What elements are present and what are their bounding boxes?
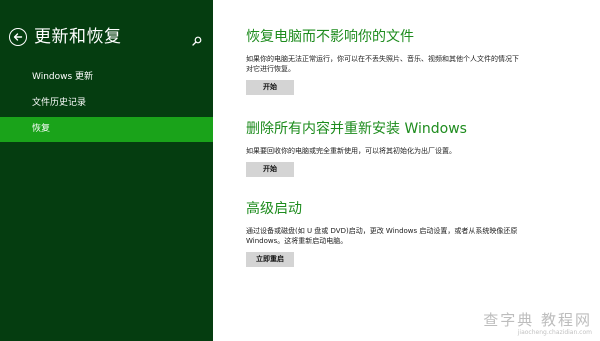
section-description: 通过设备或磁盘(如 U 盘或 DVD)启动，更改 Windows 启动设置，或者…: [246, 227, 518, 245]
section-description: 如果要回收你的电脑或完全重新使用，可以将其初始化为出厂设置。: [246, 147, 456, 155]
search-icon[interactable]: [192, 31, 202, 50]
sidebar: 更新和恢复 Windows 更新 文件历史记录 恢复: [0, 0, 213, 341]
watermark: 查字典 教程网 jiaocheng.chazidian.com: [483, 311, 592, 337]
refresh-start-button[interactable]: 开始: [246, 80, 294, 95]
settings-window: 更新和恢复 Windows 更新 文件历史记录 恢复 恢复电脑而不影响你的文件 …: [0, 0, 600, 341]
main-content: 恢复电脑而不影响你的文件 如果你的电脑无法正常运行，你可以在不丢失照片、音乐、视…: [213, 0, 600, 341]
sidebar-header: 更新和恢复: [9, 27, 122, 47]
back-arrow-icon[interactable]: [9, 28, 27, 46]
watermark-url: jiaocheng.chazidian.com: [517, 329, 592, 336]
section-refresh: 恢复电脑而不影响你的文件 如果你的电脑无法正常运行，你可以在不丢失照片、音乐、视…: [246, 26, 521, 95]
reset-start-button[interactable]: 开始: [246, 162, 294, 177]
sidebar-item-file-history[interactable]: 文件历史记录: [0, 91, 213, 116]
sidebar-item-recovery[interactable]: 恢复: [0, 117, 213, 142]
page-title: 更新和恢复: [34, 27, 122, 47]
section-reset: 删除所有内容并重新安装 Windows 如果要回收你的电脑或完全重新使用，可以将…: [246, 118, 521, 177]
section-title: 高级启动: [246, 201, 302, 217]
section-advanced-startup: 高级启动 通过设备或磁盘(如 U 盘或 DVD)启动，更改 Windows 启动…: [246, 198, 521, 267]
restart-now-button[interactable]: 立即重启: [246, 252, 294, 267]
watermark-text: 查字典 教程网: [483, 311, 592, 329]
section-title: 删除所有内容并重新安装 Windows: [246, 121, 467, 137]
section-description: 如果你的电脑无法正常运行，你可以在不丢失照片、音乐、视频和其他个人文件的情况下对…: [246, 55, 519, 73]
sidebar-item-windows-update[interactable]: Windows 更新: [0, 65, 213, 90]
section-title: 恢复电脑而不影响你的文件: [246, 29, 414, 45]
